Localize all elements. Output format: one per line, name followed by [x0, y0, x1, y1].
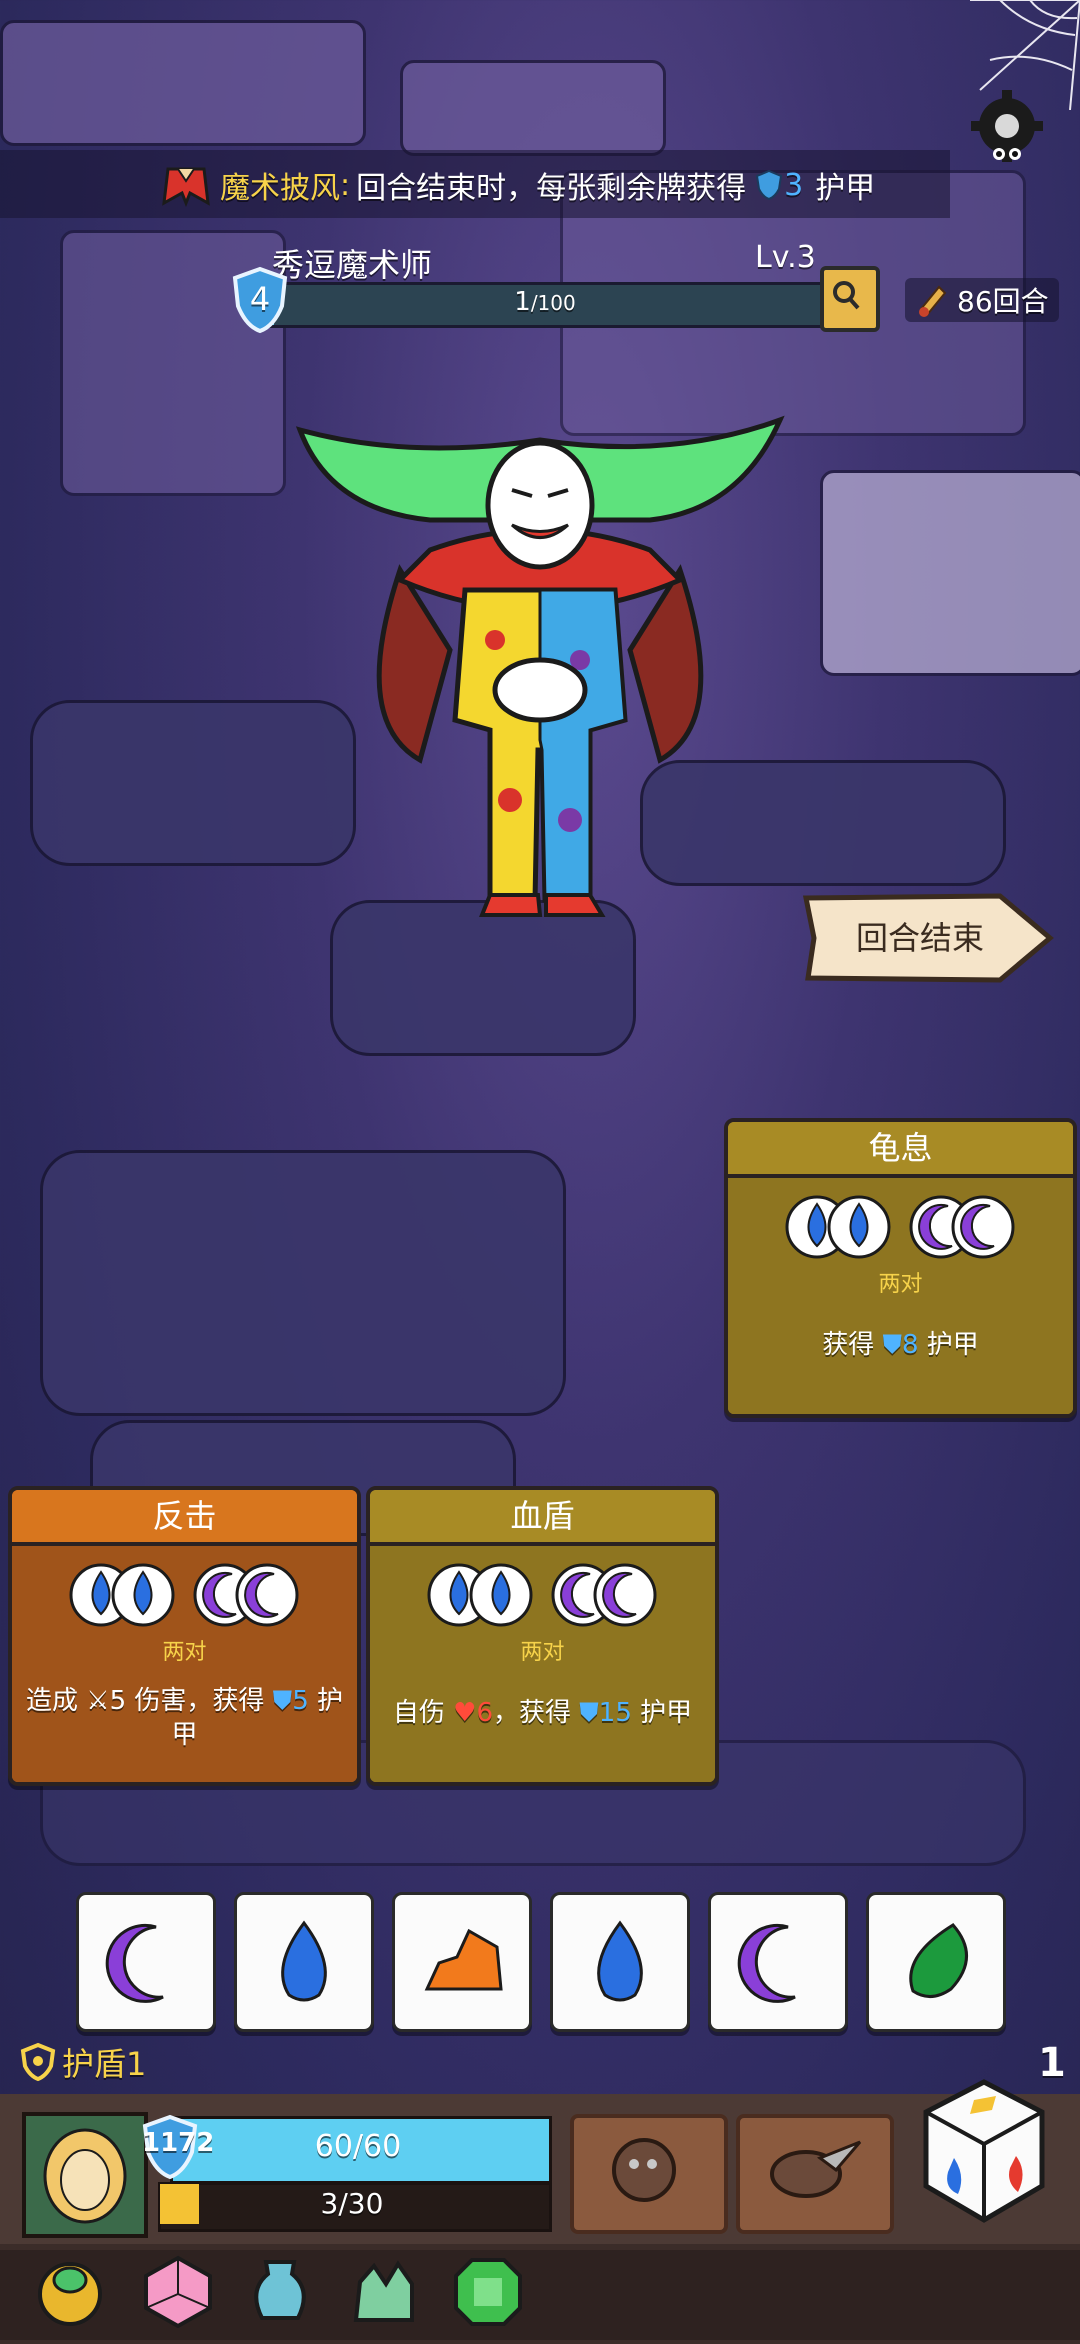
- green-crystal-relic-icon[interactable]: [346, 2254, 422, 2330]
- purple-moon-pair-icon: [551, 1563, 657, 1627]
- enemy-shield-value: 4: [249, 280, 271, 318]
- card-title: 龟息: [728, 1122, 1073, 1178]
- effect-suffix: 护甲: [640, 1698, 693, 1728]
- ground-rock: [330, 900, 636, 1056]
- cape-icon: [162, 167, 210, 207]
- effect-armor-value: 15: [598, 1698, 632, 1728]
- card-requirement: 两对: [162, 1640, 207, 1665]
- moon-icon: [105, 1923, 164, 2003]
- armor-icon: ⛊: [579, 1698, 599, 1728]
- pink-d20-relic-icon[interactable]: [140, 2254, 216, 2330]
- sword-icon: ⚔: [86, 1686, 110, 1716]
- effect-prefix: 自伤: [392, 1698, 445, 1728]
- skill-card-blood-shield[interactable]: 血盾 两对 自伤 ♥6，获得 ⛊15 护甲: [366, 1486, 719, 1786]
- card-title: 血盾: [370, 1490, 715, 1546]
- water-drop-icon: [597, 1920, 643, 2002]
- player-avatar[interactable]: [22, 2112, 148, 2238]
- purple-moon-pair-icon: [193, 1563, 299, 1627]
- roll-dice-button[interactable]: [918, 2076, 1050, 2226]
- effect-mid: 伤害，获得: [134, 1686, 265, 1716]
- card-effect: 获得 ⛊8 护甲: [728, 1328, 1073, 1362]
- die-purple-moon[interactable]: [76, 1892, 216, 2032]
- round-count: 86回合: [957, 285, 1049, 318]
- player-shield-status: 护盾1: [18, 2040, 146, 2084]
- armor-icon: ⛊: [882, 1330, 902, 1360]
- gold-ring-relic-icon[interactable]: [32, 2254, 108, 2330]
- die-blue-drop[interactable]: [234, 1892, 374, 2032]
- effect-armor-value: 8: [901, 1330, 919, 1360]
- purple-moon-pair-icon: [909, 1195, 1015, 1259]
- broken-heart-icon: ♥: [453, 1698, 477, 1728]
- die-orange-rock[interactable]: [392, 1892, 532, 2032]
- card-requirement: 两对: [878, 1272, 923, 1297]
- player-shield-label: 护盾1: [62, 2045, 147, 2083]
- stone-altar: [820, 470, 1080, 676]
- player-xp-text: 3/30: [320, 2187, 384, 2220]
- moon-icon: [737, 1923, 796, 2003]
- relic-effect-text: 回合结束时，每张剩余牌获得: [356, 171, 747, 206]
- effect-prefix: 造成: [25, 1686, 78, 1716]
- end-turn-button[interactable]: 回合结束: [820, 912, 1020, 964]
- enemy-intent-book-icon[interactable]: [820, 266, 880, 332]
- card-requirement: 两对: [520, 1640, 565, 1665]
- effect-armor-value: 5: [292, 1686, 309, 1716]
- gear-icon[interactable]: [962, 88, 1052, 168]
- round-counter: 86回合: [905, 278, 1059, 322]
- blue-vase-relic-icon[interactable]: [242, 2254, 318, 2330]
- leaf-icon: [909, 1923, 968, 1998]
- player-armor-value: 1172: [142, 2128, 215, 2158]
- blue-drop-pair-icon: [69, 1563, 175, 1627]
- card-title: 反击: [12, 1490, 357, 1546]
- water-drop-icon: [281, 1920, 327, 2002]
- shield-ring-icon: [20, 2042, 56, 2082]
- effect-self-damage: 6: [476, 1698, 493, 1728]
- armor-icon: [756, 169, 783, 201]
- skill-card-counterattack[interactable]: 反击 两对 造成 ⚔5 伤害，获得 ⛊5 护甲: [8, 1486, 361, 1786]
- die-blue-drop[interactable]: [550, 1892, 690, 2032]
- relic-colon: :: [340, 167, 351, 203]
- effect-damage-value: 5: [109, 1686, 127, 1716]
- blue-drop-pair-icon: [785, 1195, 891, 1259]
- die-green-leaf[interactable]: [866, 1892, 1006, 2032]
- player-hp-text: 60/60: [314, 2129, 402, 2164]
- relic-armor-value: 3: [784, 167, 804, 203]
- enemy-name: 秀逗魔术师: [272, 246, 433, 284]
- enemy-hp-text: 1/100: [265, 282, 825, 322]
- relic-description: 魔术披风 : 回合结束时，每张剩余牌获得 3 护甲: [160, 160, 875, 210]
- skill-slot-bird-icon[interactable]: [736, 2114, 894, 2234]
- card-effect: 造成 ⚔5 伤害，获得 ⛊5 护甲: [12, 1684, 357, 1752]
- skill-slot-fist-icon[interactable]: [570, 2114, 728, 2234]
- emerald-gem-relic-icon[interactable]: [450, 2254, 526, 2330]
- armor-icon: ⛊: [272, 1686, 293, 1716]
- relic-name: 魔术披风: [220, 171, 340, 206]
- skill-card-turtle-breath[interactable]: 龟息 两对 获得 ⛊8 护甲: [724, 1118, 1077, 1418]
- card-effect: 自伤 ♥6，获得 ⛊15 护甲: [370, 1696, 715, 1730]
- blue-drop-pair-icon: [427, 1563, 533, 1627]
- enemy-hp-current: 1: [514, 287, 531, 317]
- effect-suffix: 护甲: [926, 1330, 979, 1360]
- ground-rock: [40, 1150, 566, 1416]
- effect-mid: ，获得: [492, 1698, 571, 1728]
- scroll-icon: [919, 285, 947, 317]
- effect-prefix: 获得: [822, 1330, 875, 1360]
- die-purple-moon[interactable]: [708, 1892, 848, 2032]
- clown-magician-enemy[interactable]: [290, 400, 790, 920]
- enemy-hp-max: /100: [530, 291, 576, 315]
- enemy-level: Lv.3: [755, 240, 816, 275]
- ruined-arch: [0, 20, 366, 146]
- rock-icon: [424, 1928, 503, 1991]
- relic-armor-word: 护甲: [815, 171, 876, 206]
- ruined-wall: [400, 60, 666, 156]
